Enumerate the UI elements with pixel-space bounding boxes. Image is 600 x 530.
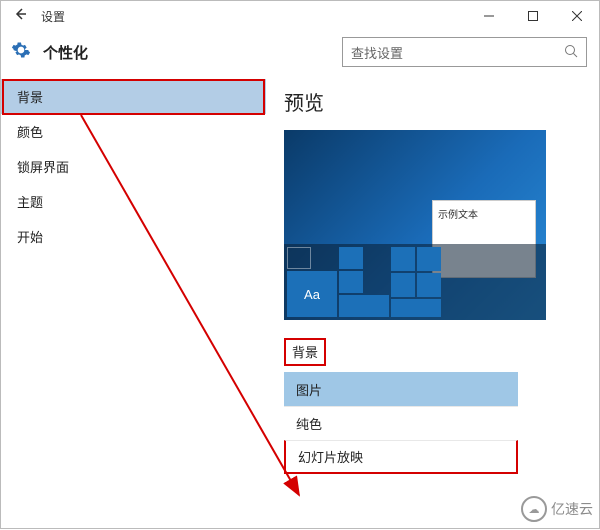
desktop-preview: 示例文本 Aa: [284, 130, 546, 320]
option-label: 幻灯片放映: [298, 447, 363, 466]
sidebar-item-label: 锁屏界面: [17, 157, 69, 176]
sidebar: 背景 颜色 锁屏界面 主题 开始: [1, 73, 266, 528]
dropdown-option-solid[interactable]: 纯色: [284, 406, 518, 440]
dropdown-option-picture[interactable]: 图片: [284, 372, 518, 406]
gear-icon: [11, 40, 31, 65]
sidebar-item-background[interactable]: 背景: [1, 79, 266, 114]
header-left: 个性化: [11, 40, 88, 65]
back-icon[interactable]: [9, 7, 31, 26]
option-label: 图片: [296, 380, 322, 399]
main-panel: 预览 示例文本 Aa: [266, 73, 599, 528]
sidebar-item-label: 主题: [17, 192, 43, 211]
sidebar-item-themes[interactable]: 主题: [1, 184, 266, 219]
background-dropdown[interactable]: 图片 纯色 幻灯片放映: [284, 372, 518, 474]
dropdown-option-slideshow[interactable]: 幻灯片放映: [284, 440, 518, 474]
watermark-icon: ☁: [521, 496, 547, 522]
preview-heading: 预览: [284, 87, 581, 116]
maximize-button[interactable]: [511, 1, 555, 31]
close-button[interactable]: [555, 1, 599, 31]
sidebar-item-label: 开始: [17, 227, 43, 246]
background-label: 背景: [292, 342, 318, 361]
option-label: 纯色: [296, 414, 322, 433]
section-title: 个性化: [43, 42, 88, 63]
sidebar-item-label: 背景: [17, 87, 43, 106]
sidebar-item-label: 颜色: [17, 122, 43, 141]
watermark: ☁ 亿速云: [521, 496, 593, 522]
preview-taskbar: Aa: [284, 244, 546, 320]
search-input[interactable]: 查找设置: [342, 37, 587, 67]
preview-tiles: Aa: [284, 244, 444, 320]
titlebar: 设置: [1, 1, 599, 31]
preview-tile-aa: Aa: [287, 271, 337, 317]
sample-text: 示例文本: [438, 210, 478, 221]
body-area: 背景 颜色 锁屏界面 主题 开始 预览 示例文本 Aa: [1, 73, 599, 528]
watermark-text: 亿速云: [551, 499, 593, 519]
background-section: 背景 图片 纯色 幻灯片放映: [284, 338, 581, 474]
minimize-button[interactable]: [467, 1, 511, 31]
settings-window: 设置 个性化 查找设置 背景 颜色 锁屏界面 主题 开始: [0, 0, 600, 529]
header-row: 个性化 查找设置: [1, 31, 599, 73]
sidebar-item-lockscreen[interactable]: 锁屏界面: [1, 149, 266, 184]
sidebar-item-start[interactable]: 开始: [1, 219, 266, 254]
titlebar-left: 设置: [9, 7, 65, 26]
window-controls: [467, 1, 599, 31]
annotation-box-label: 背景: [284, 338, 326, 366]
search-icon: [564, 44, 578, 61]
window-title: 设置: [41, 8, 65, 25]
search-placeholder: 查找设置: [351, 43, 403, 62]
sidebar-item-colors[interactable]: 颜色: [1, 114, 266, 149]
